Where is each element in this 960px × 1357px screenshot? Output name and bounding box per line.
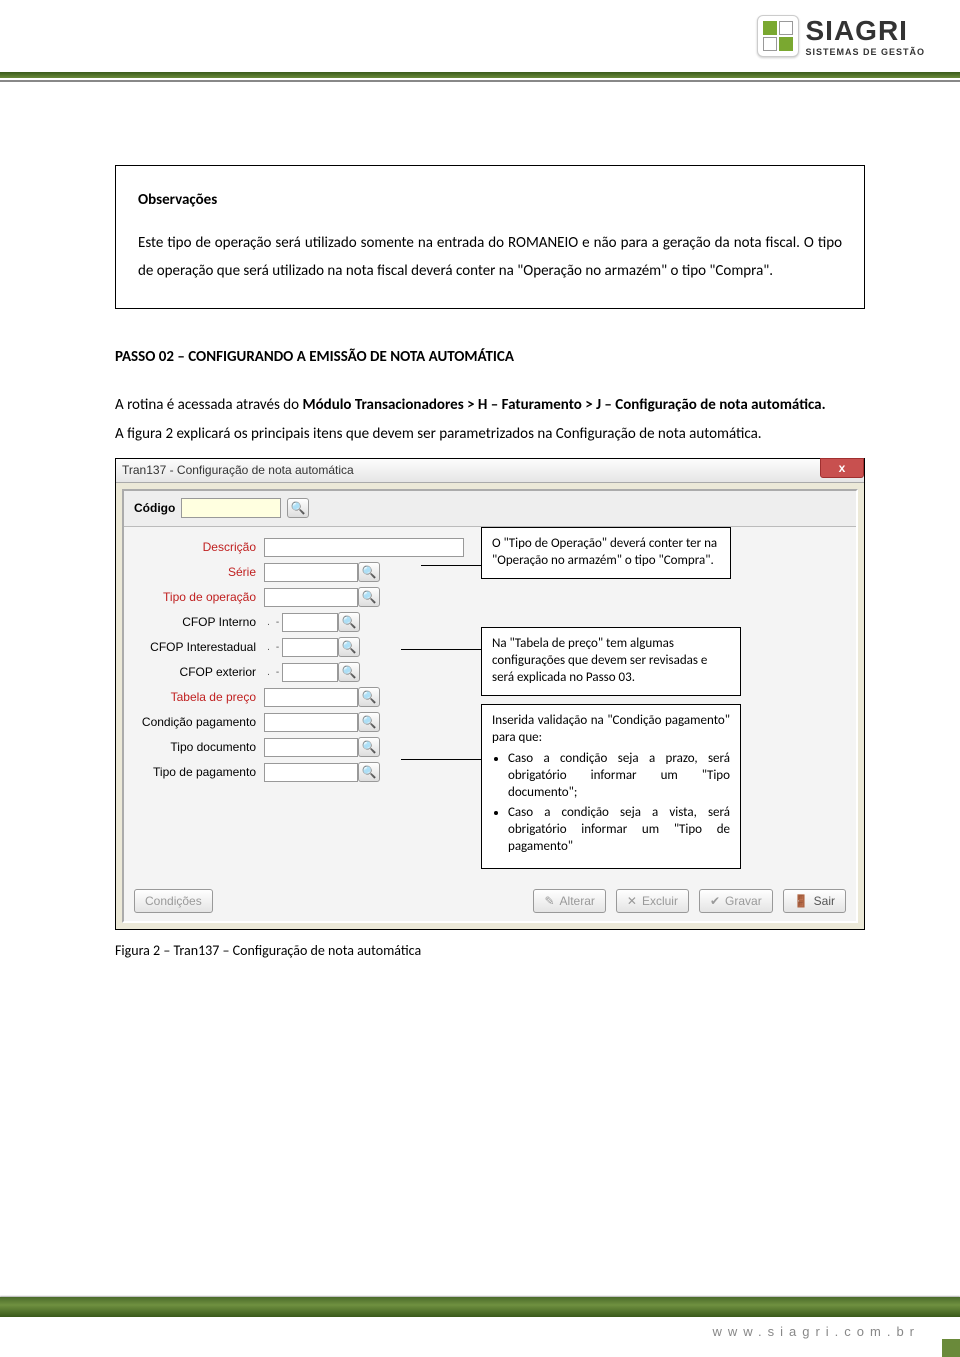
delete-icon: ✕ [627, 890, 637, 913]
page-header: SIAGRI SISTEMAS DE GESTÃO [0, 0, 960, 90]
footer-url: www.siagri.com.br [713, 1324, 920, 1339]
input-condicao-pagamento[interactable] [264, 713, 358, 732]
dialog-titlebar: Tran137 - Configuração de nota automátic… [116, 459, 864, 483]
codigo-row: Código 🔍 [124, 491, 856, 527]
input-cfop-interestadual[interactable] [282, 638, 338, 657]
search-icon: 🔍 [362, 711, 377, 734]
label-descricao: Descrição [134, 536, 264, 559]
search-icon: 🔍 [362, 761, 377, 784]
header-rule [0, 72, 960, 78]
logo-mark-icon [757, 15, 799, 57]
exit-icon: 🚪 [794, 890, 809, 913]
search-icon: 🔍 [342, 611, 357, 634]
input-tipo-documento[interactable] [264, 738, 358, 757]
lookup-tipo-operacao[interactable]: 🔍 [358, 587, 380, 607]
input-serie[interactable] [264, 563, 358, 582]
observacoes-box: Observações Este tipo de operação será u… [115, 165, 865, 309]
lookup-cfop-interno[interactable]: 🔍 [338, 612, 360, 632]
close-icon: x [839, 457, 846, 480]
codigo-search-button[interactable]: 🔍 [287, 498, 309, 518]
label-serie: Série [134, 561, 264, 584]
observacoes-title: Observações [138, 186, 842, 215]
label-condicao-pagamento: Condição pagamento [134, 711, 264, 734]
search-icon: 🔍 [362, 561, 377, 584]
dialog-title: Tran137 - Configuração de nota automátic… [122, 459, 354, 482]
close-button[interactable]: x [820, 458, 864, 478]
callout-leader-1 [421, 565, 481, 566]
brand-logo: SIAGRI SISTEMAS DE GESTÃO [757, 15, 925, 57]
lookup-tipo-documento[interactable]: 🔍 [358, 737, 380, 757]
label-tipo-operacao: Tipo de operação [134, 586, 264, 609]
dialog-screenshot: Tran137 - Configuração de nota automátic… [115, 458, 865, 930]
callout-item: Caso a condição seja a prazo, será obrig… [508, 751, 730, 802]
brand-sub: SISTEMAS DE GESTÃO [805, 47, 925, 57]
label-tipo-pagamento: Tipo de pagamento [134, 761, 264, 784]
document-content: Observações Este tipo de operação será u… [0, 90, 960, 1005]
callout-item: Caso a condição seja a vista, será obrig… [508, 805, 730, 856]
passo-figura-intro: A figura 2 explicará os principais itens… [115, 420, 865, 449]
lookup-tipo-pagamento[interactable]: 🔍 [358, 762, 380, 782]
passo-intro-pre: A rotina é acessada através do [115, 396, 302, 414]
label-cfop-exterior: CFOP exterior [134, 661, 264, 684]
label-tipo-documento: Tipo documento [134, 736, 264, 759]
lookup-tabela-preco[interactable]: 🔍 [358, 687, 380, 707]
search-icon: 🔍 [342, 636, 357, 659]
callout-tipo-operacao: O "Tipo de Operação" deverá conter ter n… [481, 527, 731, 579]
input-descricao[interactable] [264, 538, 464, 557]
lookup-cfop-exterior[interactable]: 🔍 [338, 662, 360, 682]
input-tabela-preco[interactable] [264, 688, 358, 707]
callout-condicao-pagamento: Inserida validação na "Condição pagament… [481, 704, 741, 869]
label-cfop-interno: CFOP Interno [134, 611, 264, 634]
search-icon: 🔍 [362, 686, 377, 709]
passo-title: PASSO 02 – CONFIGURANDO A EMISSÃO DE NOT… [115, 343, 865, 372]
edit-icon: ✎ [544, 890, 554, 913]
footer-rule [0, 1297, 960, 1317]
passo-intro-bold: Módulo Transacionadores > H – Faturament… [302, 396, 825, 414]
passo-intro: A rotina é acessada através do Módulo Tr… [115, 391, 865, 420]
excluir-button[interactable]: ✕Excluir [616, 889, 689, 913]
lookup-condicao-pagamento[interactable]: 🔍 [358, 712, 380, 732]
codigo-label: Código [134, 497, 175, 520]
condicoes-button[interactable]: Condições [134, 889, 213, 913]
label-cfop-interestadual: CFOP Interestadual [134, 636, 264, 659]
input-cfop-interno[interactable] [282, 613, 338, 632]
lookup-serie[interactable]: 🔍 [358, 562, 380, 582]
check-icon: ✔ [710, 890, 720, 913]
button-row: Condições ✎Alterar ✕Excluir ✔Gravar 🚪Sai… [134, 889, 846, 913]
observacoes-text: Este tipo de operação será utilizado som… [138, 229, 842, 286]
callout-tabela-preco: Na "Tabela de preço" tem algumas configu… [481, 627, 741, 696]
page-footer: www.siagri.com.br [0, 1287, 960, 1357]
search-icon: 🔍 [362, 586, 377, 609]
callout-leader-2 [401, 649, 481, 650]
search-icon: 🔍 [291, 497, 306, 520]
header-rule-thin [0, 80, 960, 82]
search-icon: 🔍 [362, 736, 377, 759]
figure-caption: Figura 2 – Tran137 – Configuração de not… [115, 938, 865, 965]
sair-button[interactable]: 🚪Sair [783, 889, 846, 913]
alterar-button[interactable]: ✎Alterar [533, 889, 605, 913]
label-tabela-preco: Tabela de preço [134, 686, 264, 709]
input-cfop-exterior[interactable] [282, 663, 338, 682]
search-icon: 🔍 [342, 661, 357, 684]
input-tipo-pagamento[interactable] [264, 763, 358, 782]
codigo-input[interactable] [181, 498, 281, 518]
input-tipo-operacao[interactable] [264, 588, 358, 607]
footer-corner [942, 1339, 960, 1357]
brand-name: SIAGRI [805, 15, 925, 47]
lookup-cfop-interestadual[interactable]: 🔍 [338, 637, 360, 657]
callout-leader-3 [401, 759, 481, 760]
gravar-button[interactable]: ✔Gravar [699, 889, 773, 913]
